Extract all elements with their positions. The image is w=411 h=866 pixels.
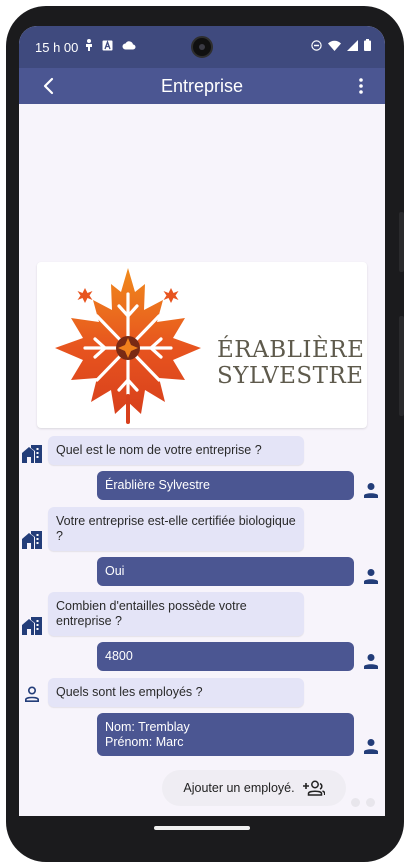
employee-card[interactable]: Nom: Tremblay Prénom: Marc [97,713,354,756]
person-outline-icon [25,686,39,702]
employee-last-name: Nom: Tremblay [105,720,190,734]
more-vert-icon [359,78,363,94]
answer-bubble: Érablière Sylvestre [97,471,354,500]
employees-avatar [21,683,43,705]
screen: 15 h 00 Entreprise ÉRABLIÈRE SYLVESTRE Q… [19,26,385,816]
home-work-icon [22,445,42,463]
add-employee-label: Ajouter un employé. [183,781,295,795]
signal-icon [347,39,358,51]
page-dots [351,798,375,807]
camera-cutout [191,36,213,58]
add-employee-button[interactable]: Ajouter un employé. [162,770,346,806]
company-avatar [21,615,43,637]
battery-icon [364,39,371,51]
status-time: 15 h 00 [35,40,79,55]
cloud-icon [122,41,136,50]
more-options-button[interactable] [355,73,367,99]
group-add-icon [302,780,325,796]
user-avatar [360,650,382,672]
user-avatar [360,565,382,587]
person-icon [364,739,378,754]
logo-wordmark: ÉRABLIÈRE SYLVESTRE [217,337,365,389]
volume-button [399,212,404,272]
company-avatar [21,443,43,465]
home-work-icon [22,531,42,549]
home-gesture-pill[interactable] [154,826,250,830]
question-bubble: Quels sont les employés ? [48,678,304,707]
wifi-icon [328,40,341,51]
app-bar: Entreprise [19,68,385,104]
answer-bubble: Oui [97,557,354,586]
status-bar: 15 h 00 [19,26,385,68]
person-icon [364,483,378,498]
home-work-icon [22,617,42,635]
company-avatar [21,529,43,551]
logo-line-2: SYLVESTRE [217,363,364,389]
user-avatar [360,735,382,757]
logo-line-1: ÉRABLIÈRE [217,337,365,363]
maple-snowflake-logo [55,268,201,424]
navigation-bar [19,816,385,838]
power-button [399,316,404,416]
company-logo-card: ÉRABLIÈRE SYLVESTRE [37,262,367,428]
person-icon [364,569,378,584]
employee-first-name: Prénom: Marc [105,735,184,749]
figure-icon [86,39,92,51]
question-bubble: Votre entreprise est-elle certifiée biol… [48,507,304,551]
question-bubble: Combien d'entailles possède votre entrep… [48,592,304,636]
user-avatar [360,479,382,501]
answer-bubble: 4800 [97,642,354,671]
dnd-icon [311,39,322,51]
question-bubble: Quel est le nom de votre entreprise ? [48,436,304,465]
notification-a-icon [102,39,113,50]
person-icon [364,654,378,669]
page-title: Entreprise [160,76,244,96]
